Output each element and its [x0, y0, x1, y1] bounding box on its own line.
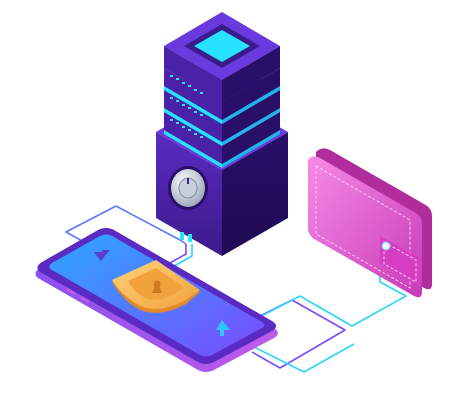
port [188, 234, 192, 242]
wallet-button-icon [381, 241, 391, 251]
lock-dial-icon [168, 166, 208, 210]
server-tower [156, 12, 288, 256]
arrow-up-stem [220, 330, 224, 336]
security-illustration [35, 12, 432, 373]
wire-cyan-2 [251, 343, 355, 373]
port [180, 232, 184, 240]
wallet [308, 148, 432, 298]
